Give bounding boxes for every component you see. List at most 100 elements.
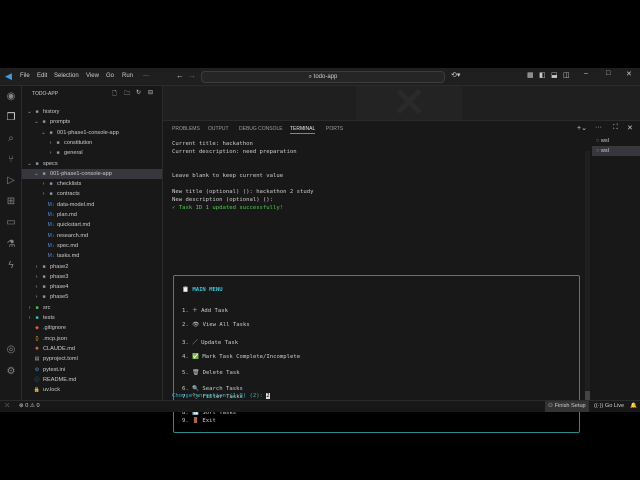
- tree-item[interactable]: ⌄ ■ 001-phase1-console-app: [22, 168, 162, 179]
- folder-icon: ■: [42, 170, 46, 177]
- chevron-right-icon[interactable]: ›: [26, 303, 33, 313]
- chevron-right-icon[interactable]: ›: [33, 272, 40, 282]
- tree-item[interactable]: ⚙ pytest.ini: [22, 365, 162, 375]
- github-icon[interactable]: ◉: [5, 91, 17, 103]
- explorer-icon[interactable]: ❐: [5, 112, 17, 124]
- maximize-panel-icon[interactable]: ⛶: [613, 124, 618, 132]
- prompt-text: Choose an option (1-9) (2):: [172, 393, 267, 399]
- tree-item-label: 001-phase1-console-app: [50, 170, 112, 177]
- menu-go[interactable]: Go: [106, 73, 114, 79]
- tree-item-label: constitution: [64, 139, 93, 146]
- menu-run[interactable]: Run: [122, 73, 133, 79]
- source-control-icon[interactable]: ⑂: [5, 154, 17, 166]
- tree-item[interactable]: 🔒 uv.lock: [22, 385, 162, 395]
- tree-item[interactable]: › ■ contracts: [22, 189, 162, 199]
- tree-item[interactable]: › ■ checklists: [22, 179, 162, 189]
- chevron-down-icon[interactable]: ⌄: [40, 128, 47, 138]
- close-icon[interactable]: ✕: [626, 70, 632, 78]
- tree-item[interactable]: › ■ phase5: [22, 292, 162, 302]
- tree-item[interactable]: M↓ plan.md: [22, 210, 162, 220]
- back-arrow-icon[interactable]: ←: [176, 71, 184, 80]
- tab-problems[interactable]: PROBLEMS: [172, 126, 200, 132]
- tree-item[interactable]: M↓ spec.md: [22, 241, 162, 251]
- collapse-all-icon[interactable]: ⊟: [148, 89, 153, 96]
- tree-item[interactable]: M↓ quickstart.md: [22, 220, 162, 230]
- chevron-right-icon[interactable]: ›: [26, 313, 33, 323]
- tree-item[interactable]: › ■ constitution: [22, 138, 162, 148]
- tab-ports[interactable]: PORTS: [326, 126, 343, 132]
- tree-item[interactable]: › ■ tests: [22, 313, 162, 323]
- extensions-icon[interactable]: ⊞: [5, 196, 17, 208]
- new-folder-icon[interactable]: 🗀: [124, 89, 130, 99]
- go-live-button[interactable]: ((·)) Go Live: [594, 401, 624, 412]
- toggle-secondary-sidebar-icon[interactable]: ◫: [563, 71, 570, 79]
- new-terminal-icon[interactable]: +⌄: [577, 124, 587, 132]
- remote-explorer-icon[interactable]: ▭: [5, 217, 17, 229]
- notifications-bell-icon[interactable]: 🔔: [630, 401, 637, 412]
- minimize-icon[interactable]: –: [584, 70, 588, 77]
- tree-item[interactable]: › ■ phase2: [22, 262, 162, 272]
- customize-layout-icon[interactable]: ▦: [527, 71, 534, 79]
- tree-item[interactable]: M↓ data-model.md: [22, 200, 162, 210]
- maximize-icon[interactable]: □: [606, 70, 610, 77]
- tree-item[interactable]: › ■ general: [22, 148, 162, 158]
- chevron-right-icon[interactable]: ›: [40, 189, 47, 199]
- tree-item[interactable]: ⌄ ■ prompts: [22, 117, 162, 127]
- terminal-input[interactable]: 2: [266, 393, 270, 399]
- error-count: 0: [25, 403, 29, 409]
- chevron-right-icon[interactable]: ›: [47, 148, 54, 158]
- menu-file[interactable]: File: [20, 73, 30, 79]
- chevron-down-icon[interactable]: ⌄: [26, 107, 33, 117]
- chevron-right-icon[interactable]: ›: [47, 138, 54, 148]
- chevron-right-icon[interactable]: ›: [33, 292, 40, 302]
- problems-indicator[interactable]: ⊗ 0 ⚠ 0: [19, 401, 40, 412]
- tree-item[interactable]: ⌄ ■ 001-phase1-console-app: [22, 128, 162, 138]
- tree-item[interactable]: › ■ phase4: [22, 282, 162, 292]
- account-icon[interactable]: ◎: [5, 344, 17, 356]
- terminal-list-item-active[interactable]: ◌ wsl: [592, 146, 640, 156]
- terminal-list-item[interactable]: ◌ wsl: [592, 136, 640, 146]
- tree-item[interactable]: M↓ tasks.md: [22, 251, 162, 261]
- chevron-down-icon[interactable]: ⌄: [33, 117, 40, 127]
- tree-item[interactable]: › ■ src: [22, 303, 162, 313]
- remote-icon[interactable]: ⤫: [5, 401, 9, 412]
- tree-item[interactable]: ⓘ README.md: [22, 375, 162, 385]
- menu-more[interactable]: ···: [143, 73, 149, 79]
- tab-output[interactable]: OUTPUT: [208, 126, 229, 132]
- tree-item[interactable]: ⌄ ■ history: [22, 107, 162, 117]
- more-actions-icon[interactable]: ···: [595, 124, 602, 131]
- run-debug-icon[interactable]: ▷: [5, 175, 17, 187]
- tab-terminal[interactable]: TERMINAL: [290, 126, 316, 134]
- search-icon[interactable]: ⌕: [5, 133, 17, 145]
- chevron-right-icon[interactable]: ›: [33, 282, 40, 292]
- tab-debug-console[interactable]: DEBUG CONSOLE: [239, 126, 283, 132]
- tree-item[interactable]: {} .mcp.json: [22, 334, 162, 344]
- chevron-right-icon[interactable]: ›: [40, 179, 47, 189]
- testing-icon[interactable]: ⚗: [5, 239, 17, 251]
- tree-item[interactable]: M↓ research.md: [22, 231, 162, 241]
- chevron-down-icon[interactable]: ⌄: [26, 159, 33, 169]
- finish-setup-button[interactable]: ⚇ Finish Setup: [545, 401, 589, 412]
- tree-item[interactable]: ◆ .gitignore: [22, 323, 162, 333]
- menu-option: 1. ＋ Add Task: [182, 308, 229, 314]
- close-panel-icon[interactable]: ✕: [627, 124, 633, 132]
- new-file-icon[interactable]: 🗋: [112, 89, 117, 99]
- refresh-icon[interactable]: ↻: [136, 89, 141, 96]
- menu-view[interactable]: View: [86, 73, 99, 79]
- menu-selection[interactable]: Selection: [54, 73, 79, 79]
- copilot-icon[interactable]: ⟲▾: [451, 71, 460, 79]
- forward-arrow-icon[interactable]: →: [188, 71, 196, 80]
- tree-item[interactable]: ▤ pyproject.toml: [22, 354, 162, 364]
- tree-item[interactable]: ✹ CLAUDE.md: [22, 344, 162, 354]
- tree-item[interactable]: ⌄ ■ specs: [22, 159, 162, 169]
- folder-icon: ■: [42, 284, 46, 291]
- toggle-sidebar-icon[interactable]: ◧: [539, 71, 546, 79]
- tree-item[interactable]: › ■ phase3: [22, 272, 162, 282]
- terminal-scrollbar[interactable]: [585, 151, 590, 401]
- chevron-down-icon[interactable]: ⌄: [33, 169, 40, 179]
- chevron-right-icon[interactable]: ›: [33, 262, 40, 272]
- settings-gear-icon[interactable]: ⚙: [5, 366, 17, 378]
- toggle-panel-icon[interactable]: ⬓: [551, 71, 558, 79]
- thunder-client-icon[interactable]: ϟ: [5, 260, 17, 272]
- menu-edit[interactable]: Edit: [37, 73, 47, 79]
